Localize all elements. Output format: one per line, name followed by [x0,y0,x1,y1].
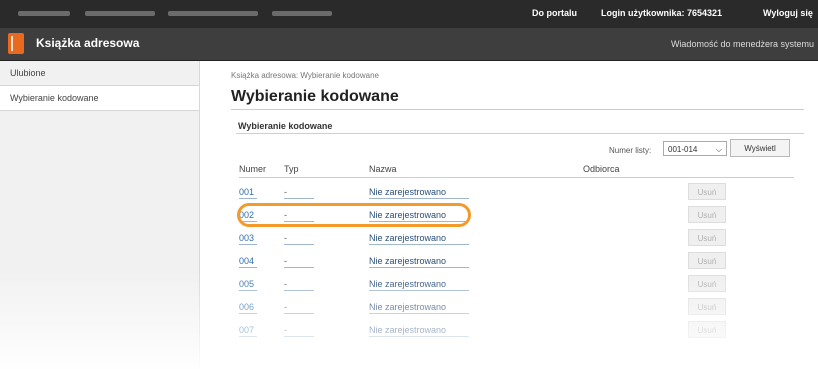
app-title: Książka adresowa [36,36,140,50]
app-title-bar: Książka adresowa Wiadomość do menedżera … [0,28,818,61]
link-underline [239,198,257,199]
page-title: Wybieranie kodowane [231,88,399,105]
entry-number-link[interactable]: 001 [239,187,254,197]
delete-button[interactable]: Usuń [688,183,726,200]
link-underline [284,198,314,199]
delete-button[interactable]: Usuń [688,206,726,223]
table-row: 004 - Nie zarejestrowano Usuń [239,250,794,273]
divider [236,133,804,134]
entry-name-link[interactable]: Nie zarejestrowano [369,302,446,312]
entry-name-link[interactable]: Nie zarejestrowano [369,325,446,335]
entry-name-link[interactable]: Nie zarejestrowano [369,187,446,197]
chevron-down-icon: ⌵ [715,145,722,154]
sidebar-item-label: Wybieranie kodowane [10,93,99,103]
link-underline [369,313,469,314]
entry-type: - [284,187,287,197]
list-number-label: Numer listy: [609,146,652,155]
column-header-type: Typ [284,164,299,174]
address-book-icon [8,33,24,54]
link-underline [239,267,257,268]
sidebar: Ulubione Wybieranie kodowane [0,61,200,369]
link-underline [284,267,314,268]
column-header-recipient: Odbiorca [583,164,620,174]
entry-name-link[interactable]: Nie zarejestrowano [369,256,446,266]
main-content: Książka adresowa: Wybieranie kodowane Wy… [200,61,818,369]
list-number-value: 001-014 [668,145,698,154]
link-underline [284,336,314,337]
entry-number-link[interactable]: 003 [239,233,254,243]
column-header-number: Numer [239,164,267,174]
link-underline [369,267,469,268]
delete-button[interactable]: Usuń [688,321,726,338]
entry-type: - [284,325,287,335]
table-row: 007 - Nie zarejestrowano Usuń [239,319,794,342]
highlight-ring [237,203,471,227]
message-to-admin-link[interactable]: Wiadomość do menedżera systemu [671,39,814,49]
link-underline [239,313,257,314]
table-header: Numer Typ Nazwa Odbiorca [239,163,794,178]
delete-button[interactable]: Usuń [688,252,726,269]
list-number-select[interactable]: 001-014 ⌵ [663,141,727,156]
link-underline [284,244,314,245]
link-underline [239,290,257,291]
entry-type: - [284,302,287,312]
entry-type: - [284,256,287,266]
entry-number-link[interactable]: 004 [239,256,254,266]
logout-link[interactable]: Wyloguj się [763,8,813,18]
show-button[interactable]: Wyświetl [730,139,790,157]
delete-button[interactable]: Usuń [688,298,726,315]
blurred-header-text [85,11,155,16]
login-user-label: Login użytkownika: 7654321 [601,8,723,18]
table-row: 001 - Nie zarejestrowano Usuń [239,181,794,204]
divider [231,109,804,110]
column-header-name: Nazwa [369,164,397,174]
entry-number-link[interactable]: 005 [239,279,254,289]
link-underline [239,336,257,337]
sidebar-item-coded-dial[interactable]: Wybieranie kodowane [0,86,199,111]
portal-link[interactable]: Do portalu [532,8,577,18]
link-underline [239,244,257,245]
top-bar: Do portalu Login użytkownika: 7654321 Wy… [0,0,818,28]
link-underline [284,290,314,291]
entry-number-link[interactable]: 006 [239,302,254,312]
entry-number-link[interactable]: 007 [239,325,254,335]
link-underline [369,244,469,245]
entry-name-link[interactable]: Nie zarejestrowano [369,233,446,243]
entry-type: - [284,233,287,243]
table-row: 005 - Nie zarejestrowano Usuń [239,273,794,296]
breadcrumb: Książka adresowa: Wybieranie kodowane [231,71,380,80]
sidebar-item-favorites[interactable]: Ulubione [0,61,199,86]
link-underline [369,336,469,337]
blurred-header-text [18,11,70,16]
table-row: 006 - Nie zarejestrowano Usuń [239,296,794,319]
delete-button[interactable]: Usuń [688,229,726,246]
delete-button[interactable]: Usuń [688,275,726,292]
entry-name-link[interactable]: Nie zarejestrowano [369,279,446,289]
link-underline [369,198,469,199]
sidebar-item-label: Ulubione [10,68,46,78]
link-underline [369,290,469,291]
section-title: Wybieranie kodowane [238,121,333,131]
blurred-header-text [168,11,258,16]
table-row: 003 - Nie zarejestrowano Usuń [239,227,794,250]
entry-type: - [284,279,287,289]
blurred-header-text [272,11,332,16]
link-underline [284,313,314,314]
